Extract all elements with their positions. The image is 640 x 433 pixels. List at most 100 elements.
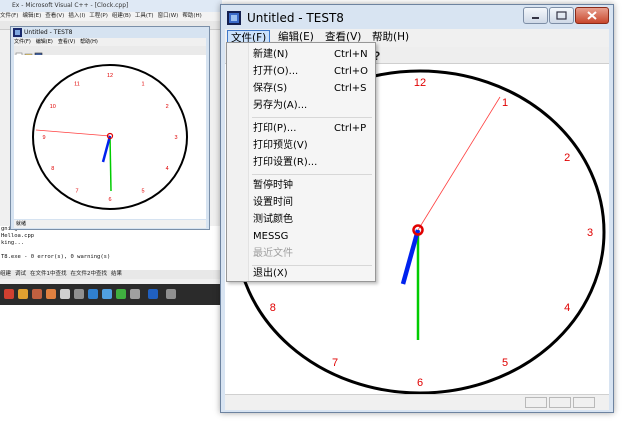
window-edge: [609, 64, 611, 394]
taskbar-app-icon[interactable]: [148, 289, 158, 299]
file-menu-dropdown: 新建(N) Ctrl+N 打开(O)... Ctrl+O 保存(S) Ctrl+…: [226, 42, 376, 282]
ide-title: Ex - Microsoft Visual C++ - [Clock.cpp]: [12, 2, 129, 9]
app-icon: [227, 11, 241, 25]
clock-numeral-3: 3: [587, 227, 593, 239]
clock-numeral-7: 7: [75, 189, 78, 195]
clock-numeral-11: 11: [74, 81, 80, 87]
clock-numeral-2: 2: [166, 104, 169, 110]
ide-menu-window[interactable]: 窗口(W): [158, 13, 179, 19]
small-clock-window: Untitled - TEST8 文件(F) 编辑(E) 查看(V) 帮助(H) 1 2…: [10, 26, 210, 230]
small-menu-view[interactable]: 查看(V): [58, 39, 75, 45]
minute-hand: [109, 135, 112, 192]
hour-hand: [400, 229, 421, 285]
ide-menu-edit[interactable]: 编辑(E): [22, 13, 41, 19]
taskbar: [0, 284, 222, 305]
menu-item-label: 新建(N): [253, 49, 289, 60]
small-window-toolbar: [14, 46, 206, 61]
menu-item-pause-clock[interactable]: 暂停时钟: [230, 177, 372, 194]
taskbar-app-icon[interactable]: [102, 289, 112, 299]
menu-item-recent-files: 最近文件: [230, 245, 372, 262]
taskbar-app-icon[interactable]: [88, 289, 98, 299]
maximize-icon: [556, 11, 567, 20]
output-line: Helloa.cpp: [1, 233, 35, 239]
ide-menu-file[interactable]: 文件(F): [0, 13, 18, 19]
status-text: 就绪: [16, 221, 27, 227]
clock-numeral-4: 4: [564, 302, 570, 314]
menu-item-new[interactable]: 新建(N) Ctrl+N: [230, 46, 372, 63]
menu-item-test-color[interactable]: 测试颜色: [230, 211, 372, 228]
menu-item-shortcut: Ctrl+O: [334, 66, 369, 77]
clock-numeral-6: 6: [108, 197, 111, 203]
close-icon: [587, 11, 597, 20]
ide-output-pane: gning... Helloa.cpp king... T8.exe - 0 e…: [0, 226, 222, 270]
clock-numeral-2: 2: [564, 152, 570, 164]
small-clock-canvas: 12 1 2 3 4 5 6 7 8 9 10 11: [14, 55, 206, 219]
clock-numeral-12: 12: [414, 77, 426, 89]
small-window-menu-bar: 文件(F) 编辑(E) 查看(V) 帮助(H): [14, 38, 206, 46]
ide-menu-insert[interactable]: 插入(I): [68, 13, 85, 19]
taskbar-app-icon[interactable]: [46, 289, 56, 299]
clock-numeral-1: 1: [502, 97, 508, 109]
menu-item-print-setup[interactable]: 打印设置(R)...: [230, 154, 372, 171]
status-pane: [573, 397, 595, 408]
menu-item-shortcut: Ctrl+S: [334, 83, 367, 94]
menu-item-label: 设置时间: [253, 197, 293, 208]
menu-item-label: 另存为(A)...: [253, 100, 308, 111]
small-menu-edit[interactable]: 编辑(E): [36, 39, 53, 45]
ide-menu-build[interactable]: 组建(B): [112, 13, 131, 19]
taskbar-app-icon[interactable]: [130, 289, 140, 299]
menu-item-label: MESSG: [253, 231, 289, 242]
menu-item-label: 打印(P)...: [253, 123, 297, 134]
small-window-title: Untitled - TEST8: [24, 29, 73, 36]
clock-numeral-8: 8: [51, 166, 54, 172]
menu-item-save[interactable]: 保存(S) Ctrl+S: [230, 80, 372, 97]
menu-item-save-as[interactable]: 另存为(A)...: [230, 97, 372, 114]
clock-numeral-7: 7: [332, 357, 338, 369]
status-pane: [549, 397, 571, 408]
taskbar-app-icon[interactable]: [4, 289, 14, 299]
small-menu-file[interactable]: 文件(F): [14, 39, 31, 45]
clock-numeral-3: 3: [174, 135, 177, 141]
taskbar-app-icon[interactable]: [60, 289, 70, 299]
tab-find-1[interactable]: 在文件1中查找: [30, 271, 67, 277]
menu-item-label: 保存(S): [253, 83, 288, 94]
menu-item-exit[interactable]: 退出(X): [230, 265, 372, 282]
menu-item-label: 测试颜色: [253, 214, 293, 225]
taskbar-app-icon[interactable]: [74, 289, 84, 299]
ide-menu-help[interactable]: 帮助(H): [182, 13, 201, 19]
menu-separator: [252, 174, 372, 175]
tab-build[interactable]: 组建: [0, 271, 11, 277]
window-title: Untitled - TEST8: [247, 11, 344, 25]
clock-numeral-4: 4: [166, 166, 169, 172]
menu-item-print-preview[interactable]: 打印预览(V): [230, 137, 372, 154]
small-menu-help[interactable]: 帮助(H): [80, 39, 98, 45]
hour-hand: [101, 135, 112, 163]
close-button[interactable]: [575, 7, 609, 24]
tab-find-2[interactable]: 在文件2中查找: [71, 271, 108, 277]
minimize-button[interactable]: [523, 7, 548, 24]
menu-item-print[interactable]: 打印(P)... Ctrl+P: [230, 120, 372, 137]
tab-results[interactable]: 结果: [111, 271, 122, 277]
menu-item-label: 退出(X): [253, 268, 288, 279]
clock-numeral-9: 9: [42, 135, 45, 141]
menu-item-shortcut: Ctrl+P: [334, 123, 367, 134]
menu-item-messg[interactable]: MESSG: [230, 228, 372, 245]
taskbar-app-icon[interactable]: [166, 289, 176, 299]
menu-item-label: 暂停时钟: [253, 180, 293, 191]
menu-item-set-time[interactable]: 设置时间: [230, 194, 372, 211]
clock-numeral-1: 1: [141, 81, 144, 87]
taskbar-app-icon[interactable]: [32, 289, 42, 299]
second-hand: [35, 129, 111, 137]
taskbar-app-icon[interactable]: [116, 289, 126, 299]
clock-numeral-10: 10: [50, 104, 56, 110]
clock-numeral-6: 6: [417, 377, 423, 389]
taskbar-app-icon[interactable]: [18, 289, 28, 299]
ide-menu-project[interactable]: 工程(P): [89, 13, 108, 19]
ide-menu-tools[interactable]: 工具(T): [135, 13, 154, 19]
tab-debug[interactable]: 调试: [15, 271, 26, 277]
ide-output-tabs: 组建 调试 在文件1中查找 在文件2中查找 结果: [0, 270, 222, 279]
menu-item-open[interactable]: 打开(O)... Ctrl+O: [230, 63, 372, 80]
ide-menu-view[interactable]: 查看(V): [45, 13, 64, 19]
maximize-button[interactable]: [549, 7, 574, 24]
